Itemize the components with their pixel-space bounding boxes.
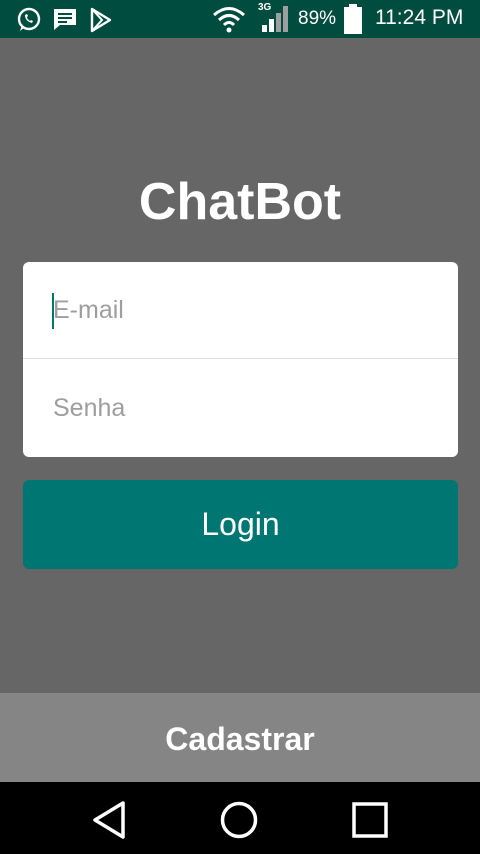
back-icon[interactable] xyxy=(87,798,131,842)
battery-icon xyxy=(343,4,363,34)
app-title: ChatBot xyxy=(138,173,342,231)
register-button[interactable]: Cadastrar xyxy=(0,693,480,782)
message-icon xyxy=(52,7,78,33)
clock: 11:24 PM xyxy=(375,6,464,29)
password-field-container xyxy=(23,360,458,457)
app-screen: 3G 89% 11:24 PM ChatBot Login Cadastrar xyxy=(0,0,480,854)
status-bar: 3G 89% 11:24 PM xyxy=(0,0,480,38)
home-icon[interactable] xyxy=(217,798,261,842)
password-field[interactable] xyxy=(23,360,458,457)
text-cursor xyxy=(52,293,54,329)
recents-icon[interactable] xyxy=(348,798,392,842)
play-store-icon xyxy=(89,7,113,33)
login-form xyxy=(23,262,458,457)
wifi-icon xyxy=(212,5,246,33)
login-button[interactable]: Login xyxy=(23,480,458,569)
whatsapp-icon xyxy=(16,7,42,33)
network-type: 3G xyxy=(258,2,272,13)
battery-percent: 89% xyxy=(298,8,337,29)
email-field-container xyxy=(23,262,458,359)
email-field[interactable] xyxy=(23,262,458,359)
navigation-bar xyxy=(0,782,480,854)
